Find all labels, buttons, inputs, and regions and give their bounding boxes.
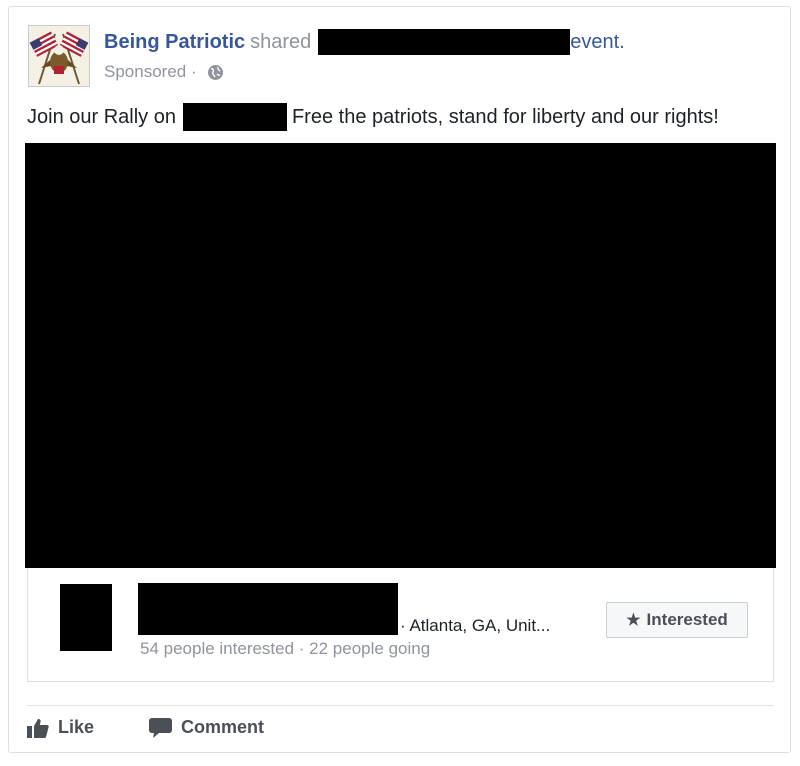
event-link[interactable]: event. (570, 31, 624, 54)
american-flags-eagle-icon (29, 31, 89, 85)
interested-label: Interested (646, 610, 728, 629)
event-location: · Atlanta, GA, Unit... (400, 616, 551, 635)
redacted-event-owner (318, 29, 571, 55)
redacted-date (182, 103, 287, 131)
page-avatar[interactable] (28, 25, 90, 87)
globe-icon[interactable] (207, 64, 224, 81)
event-cover-image-redacted[interactable] (25, 143, 776, 568)
post-card: Being Patriotic shared event. Sponsored … (8, 6, 791, 753)
event-stats: 54 people interested · 22 people going (140, 639, 431, 658)
post-text-after: Free the patriots, stand for liberty and… (291, 105, 719, 128)
shared-text: shared (250, 30, 312, 53)
like-label: Like (58, 717, 95, 737)
post-meta: Sponsored · (104, 62, 224, 82)
redacted-event-title[interactable] (138, 583, 398, 635)
thumbs-up-icon (27, 718, 49, 738)
event-attachment[interactable]: · Atlanta, GA, Unit... 54 people interes… (27, 568, 774, 682)
like-button[interactable]: Like (27, 717, 94, 738)
post-header: Being Patriotic shared event. (104, 29, 625, 55)
meta-separator: · (186, 62, 202, 81)
event-title-row: · Atlanta, GA, Unit... (138, 583, 550, 635)
event-date-block-redacted (60, 584, 112, 651)
interested-button[interactable]: ★ Interested (606, 602, 748, 638)
sponsored-label[interactable]: Sponsored (104, 62, 186, 82)
comment-button[interactable]: Comment (149, 717, 264, 738)
comment-label: Comment (181, 717, 265, 737)
page-name-link[interactable]: Being Patriotic (104, 31, 245, 54)
post-message: Join our Rally on Free the patriots, sta… (27, 103, 719, 131)
actions-divider (27, 705, 774, 706)
post-text-before: Join our Rally on (27, 105, 176, 128)
speech-bubble-icon (149, 718, 172, 738)
star-icon: ★ (626, 612, 641, 629)
